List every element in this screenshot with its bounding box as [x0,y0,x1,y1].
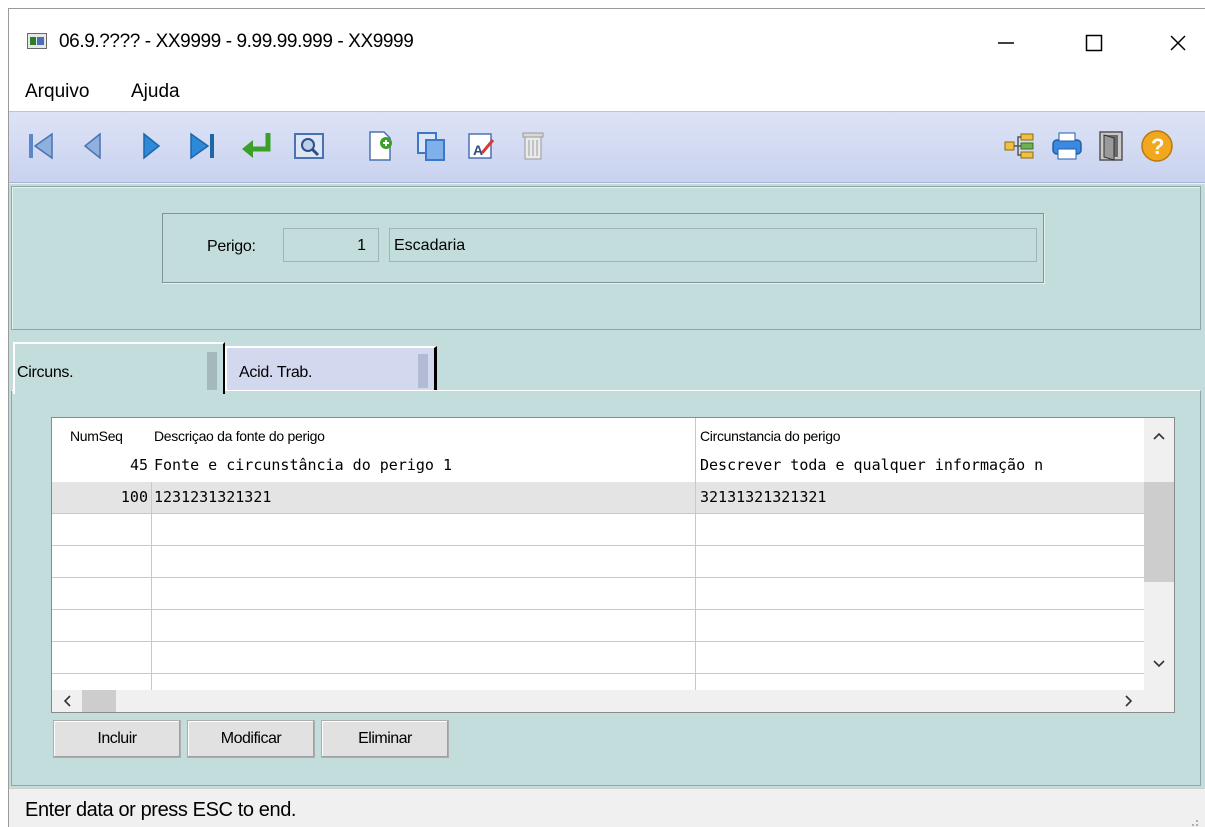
edit-button[interactable]: A [459,124,503,168]
resize-grip-icon[interactable] [1189,814,1199,826]
tree-button[interactable] [997,124,1041,168]
cell-descricao: Fonte e circunstância do perigo 1 [154,456,453,474]
delete-icon [522,132,544,160]
tab-acid-trab-label: Acid. Trab. [239,364,313,381]
status-text: Enter data or press ESC to end. [25,799,297,821]
incluir-button[interactable]: Incluir [53,720,181,758]
minimize-button[interactable] [983,23,1029,63]
cell-circunstancia: 32131321321321 [700,488,827,506]
tree-icon [1004,133,1034,159]
grid-header: NumSeq Descriçao da fonte do perigo Circ… [52,418,1144,450]
perigo-number-field[interactable]: 1 [283,228,379,262]
column-divider [151,482,152,690]
scroll-down-button[interactable] [1144,650,1174,678]
vertical-scrollbar[interactable] [1144,418,1174,690]
column-header-descricao[interactable]: Descriçao da fonte do perigo [154,428,325,444]
maximize-button[interactable] [1071,23,1117,63]
tab-circuns-label: Circuns. [17,364,74,381]
perigo-description-field[interactable]: Escadaria [389,228,1037,262]
table-row-empty[interactable] [52,546,1144,578]
scroll-left-button[interactable] [56,690,78,712]
menu-ajuda-label: Ajuda [131,81,180,102]
vertical-scroll-thumb[interactable] [1144,482,1174,582]
tab-grip [207,352,217,390]
svg-text:?: ? [1151,134,1164,159]
edit-icon: A [468,133,495,159]
status-bar: Enter data or press ESC to end. [9,788,1205,827]
tab-acid-trab[interactable]: Acid. Trab. [225,346,437,390]
chevron-down-icon [1153,660,1165,668]
menu-arquivo-label: Arquivo [25,81,90,102]
perigo-grid[interactable]: NumSeq Descriçao da fonte do perigo Circ… [51,417,1175,713]
table-row[interactable]: 100 1231231321321 32131321321321 [52,482,1144,514]
scroll-up-button[interactable] [1144,422,1174,450]
svg-text:A: A [473,142,483,158]
cell-circunstancia: Descrever toda e qualquer informação n [700,456,1044,474]
eliminar-button[interactable]: Eliminar [321,720,449,758]
column-header-circunstancia[interactable]: Circunstancia do perigo [700,428,840,444]
scroll-right-button[interactable] [1118,690,1140,712]
copy-button[interactable] [409,124,453,168]
application-window: 06.9.???? - XX9999 - 9.99.99.999 - XX999… [8,8,1205,827]
window-title: 06.9.???? - XX9999 - 9.99.99.999 - XX999… [59,31,414,52]
chevron-up-icon [1153,432,1165,440]
title-bar: 06.9.???? - XX9999 - 9.99.99.999 - XX999… [9,9,1205,73]
help-icon: ? [1141,130,1173,162]
chevron-right-icon [1125,695,1133,707]
new-record-icon [369,131,392,161]
next-record-icon [143,132,161,160]
horizontal-scrollbar[interactable] [52,690,1174,712]
cell-numseq: 45 [129,456,148,474]
chevron-left-icon [63,695,71,707]
previous-record-icon [83,132,101,160]
cell-numseq: 100 [120,488,148,506]
modificar-button[interactable]: Modificar [187,720,315,758]
menu-ajuda[interactable]: Ajuda [131,81,180,103]
header-panel: Perigo: 1 Escadaria [11,186,1201,330]
column-divider [695,418,696,690]
help-button[interactable]: ? [1135,124,1179,168]
table-row-empty[interactable] [52,610,1144,642]
return-button[interactable] [235,124,279,168]
view-icon [294,133,324,159]
horizontal-scroll-thumb[interactable] [82,690,116,712]
app-icon [27,33,47,49]
close-button[interactable] [1155,23,1201,63]
print-icon [1052,132,1082,160]
first-record-icon [29,132,53,160]
last-record-button[interactable] [181,124,225,168]
previous-record-button[interactable] [71,124,115,168]
table-row-empty[interactable] [52,514,1144,546]
main-area: Perigo: 1 Escadaria Circuns. Acid. Trab.… [9,184,1205,788]
perigo-group: Perigo: 1 Escadaria [162,213,1044,283]
first-record-button[interactable] [19,124,63,168]
delete-button[interactable] [511,124,555,168]
new-record-button[interactable] [359,124,403,168]
exit-door-icon [1099,131,1123,161]
copy-icon [417,132,445,161]
toolbar: A ? [9,111,1205,183]
perigo-label: Perigo: [207,238,256,255]
print-button[interactable] [1045,124,1089,168]
next-record-button[interactable] [129,124,173,168]
return-icon [242,133,271,158]
tab-grip [418,354,428,388]
menu-arquivo[interactable]: Arquivo [25,81,89,103]
table-row[interactable]: 45 Fonte e circunstância do perigo 1 Des… [52,450,1144,482]
table-row-empty[interactable] [52,642,1144,674]
cell-descricao: 1231231321321 [154,488,272,506]
last-record-icon [190,132,214,160]
column-header-numseq[interactable]: NumSeq [70,428,123,444]
view-button[interactable] [287,124,331,168]
table-row-empty[interactable] [52,578,1144,610]
menu-bar: Arquivo Ajuda [9,73,1205,111]
tab-circuns[interactable]: Circuns. [13,342,225,394]
exit-button[interactable] [1089,124,1133,168]
